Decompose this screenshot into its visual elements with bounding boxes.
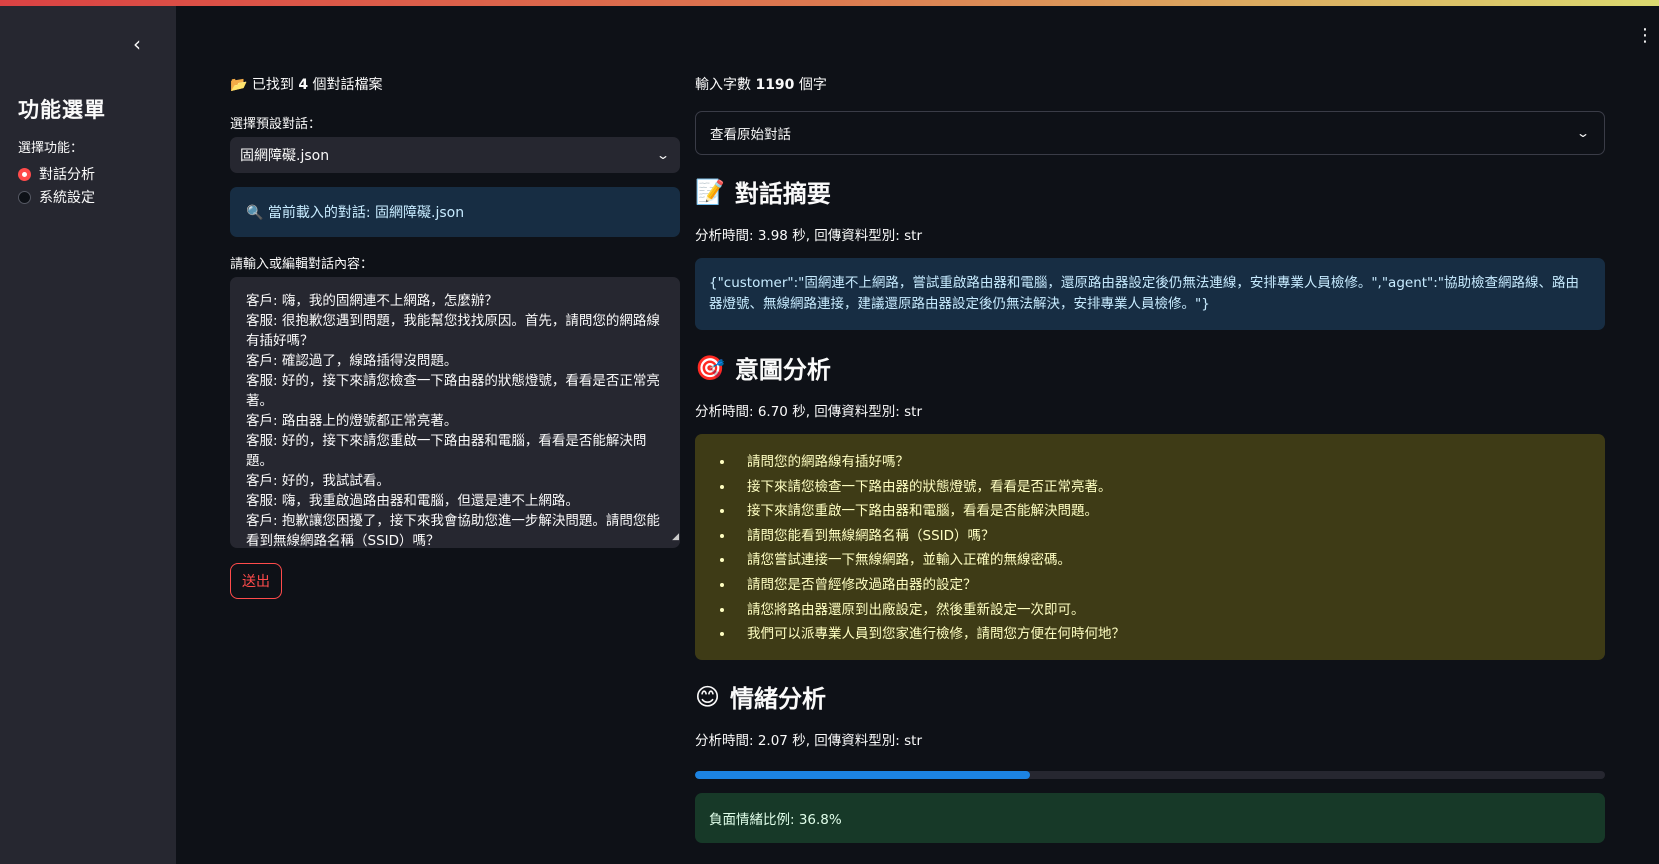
intent-list-item: 接下來請您重啟一下路由器和電腦，看看是否能解決問題。 [735,499,1591,524]
intent-list-item: 請您嘗試連接一下無線網路，並輸入正確的無線密碼。 [735,548,1591,573]
radio-option-label: 對話分析 [39,167,95,183]
sidebar-title: 功能選單 [18,98,106,122]
folder-icon: 📂 [230,77,248,93]
intent-result-box: 請問您的網路線有插好嗎？ 接下來請您檢查一下路由器的狀態燈號，看看是否正常亮著。… [695,434,1605,660]
files-found-text: 📂 已找到 4 個對話檔案 [230,77,383,93]
loaded-dialog-text: 🔍 當前載入的對話: 固網障礙.json [246,205,465,221]
progress-fill [695,771,1030,779]
target-icon: 🎯 [695,353,725,382]
preset-dialog-value: 固網障礙.json [240,148,330,164]
preset-select-label: 選擇預設對話： [230,117,322,132]
loaded-dialog-info: 🔍 當前載入的對話: 固網障礙.json [230,187,680,237]
word-count-text: 輸入字數 1190 個字 [695,77,827,93]
word-count-value: 1190 [755,77,795,93]
dialog-textarea-value[interactable]: 客戶: 嗨，我的固網連不上網路，怎麼辦？ 客服: 很抱歉您遇到問題，我能幫您找找… [246,291,664,548]
intent-list-item: 我們可以派專業人員到您家進行檢修，請問您方便在何時何地？ [735,622,1591,647]
radio-selected-icon[interactable] [18,167,31,181]
summary-title: 對話摘要 [734,180,831,208]
emotion-heading: 😊 情緒分析 [695,679,826,714]
top-decoration-bar [0,0,1659,6]
radio-option-system-settings[interactable]: 系統設定 [18,186,95,208]
negative-emotion-progress [695,771,1605,779]
smiley-icon: 😊 [695,682,721,711]
function-select-label: 選擇功能： [18,141,84,156]
intent-list-item: 請您將路由器還原到出廠設定，然後重新設定一次即可。 [735,598,1591,623]
emotion-meta: 分析時間: 2.07 秒, 回傳資料型別: str [695,733,922,749]
emotion-result-text: 負面情緒比例: 36.8% [709,812,842,828]
intent-list-item: 請問您能看到無線網路名稱（SSID）嗎？ [735,524,1591,549]
memo-icon: 📝 [695,177,725,206]
radio-option-dialog-analysis[interactable]: 對話分析 [18,163,95,185]
summary-heading: 📝 對話摘要 [695,174,831,209]
radio-unselected-icon[interactable] [18,190,31,204]
intent-list-item: 請問您的網路線有插好嗎？ [735,450,1591,475]
summary-meta: 分析時間: 3.98 秒, 回傳資料型別: str [695,228,922,244]
intent-title: 意圖分析 [734,356,831,384]
emotion-result-box: 負面情緒比例: 36.8% [695,793,1605,843]
kebab-menu-icon[interactable]: ⋮ [1636,24,1654,48]
summary-result-box: {"customer":"固網連不上網路，嘗試重啟路由器和電腦，還原路由器設定後… [695,258,1605,330]
chevron-down-icon: ⌄ [1575,126,1591,140]
dialog-textarea[interactable]: 客戶: 嗨，我的固網連不上網路，怎麼辦？ 客服: 很抱歉您遇到問題，我能幫您找找… [230,277,680,548]
sidebar: ‹ 功能選單 選擇功能： 對話分析 系統設定 [0,6,176,864]
radio-option-label: 系統設定 [39,190,95,206]
raw-dialog-expander[interactable]: 查看原始對話 ⌄ [695,111,1605,155]
expander-label: 查看原始對話 [710,127,791,143]
chevron-left-icon[interactable]: ‹ [126,32,148,56]
intent-list-item: 請問您是否曾經修改過路由器的設定？ [735,573,1591,598]
summary-result-text: {"customer":"固網連不上網路，嘗試重啟路由器和電腦，還原路由器設定後… [709,275,1580,312]
chevron-down-icon: ⌄ [655,148,671,162]
emotion-title: 情緒分析 [730,685,827,713]
intent-list-item: 接下來請您檢查一下路由器的狀態燈號，看看是否正常亮著。 [735,475,1591,500]
intent-heading: 🎯 意圖分析 [695,350,831,385]
send-button[interactable]: 送出 [230,563,282,599]
dialog-input-label: 請輸入或編輯對話內容： [230,257,374,272]
intent-meta: 分析時間: 6.70 秒, 回傳資料型別: str [695,404,922,420]
preset-dialog-select[interactable]: 固網障礙.json ⌄ [230,137,680,173]
files-found-count: 4 [298,77,309,93]
intent-list: 請問您的網路線有插好嗎？ 接下來請您檢查一下路由器的狀態燈號，看看是否正常亮著。… [735,450,1591,647]
resize-handle-icon[interactable]: ◢ [672,527,679,547]
